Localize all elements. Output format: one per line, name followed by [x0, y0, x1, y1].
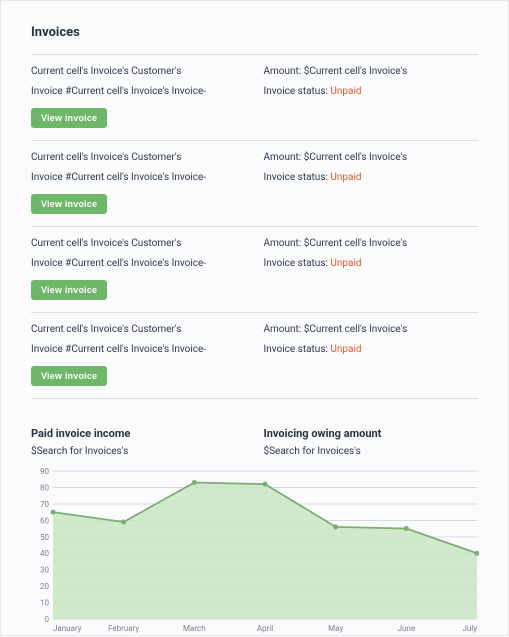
invoice-list: Current cell's Invoice's Customer's Amoun… — [31, 54, 478, 399]
owing-amount-value: $Search for Invoices's — [264, 446, 479, 457]
chart-y-tick: 50 — [40, 533, 49, 542]
page-title: Invoices — [31, 25, 478, 40]
chart-x-tick: July — [462, 624, 477, 633]
chart-x-tick: February — [108, 624, 139, 633]
invoice-card: Current cell's Invoice's Customer's Amoun… — [31, 140, 478, 226]
chart-y-tick: 20 — [40, 582, 49, 591]
invoice-status-label: Invoice status: — [264, 344, 331, 355]
invoice-number: Invoice #Current cell's Invoice's Invoic… — [31, 171, 246, 185]
invoice-number: Invoice #Current cell's Invoice's Invoic… — [31, 343, 246, 357]
chart-y-tick: 0 — [45, 615, 50, 624]
chart-y-tick: 40 — [40, 549, 49, 558]
invoice-status-label: Invoice status: — [264, 86, 331, 97]
chart-point — [51, 510, 56, 515]
invoice-customer: Current cell's Invoice's Customer's — [31, 65, 246, 79]
invoice-number: Invoice #Current cell's Invoice's Invoic… — [31, 85, 246, 99]
paid-income-value: $Search for Invoices's — [31, 446, 246, 457]
invoice-status-value: Unpaid — [330, 172, 361, 183]
chart-y-tick: 30 — [40, 566, 49, 575]
view-invoice-button[interactable]: View invoice — [31, 280, 107, 300]
invoice-amount: Amount: $Current cell's Invoice's — [264, 323, 479, 337]
invoice-amount: Amount: $Current cell's Invoice's — [264, 65, 479, 79]
chart-y-tick: 80 — [40, 483, 49, 492]
view-invoice-button[interactable]: View invoice — [31, 194, 107, 214]
invoice-status: Invoice status: Unpaid — [264, 343, 479, 357]
owing-amount-title: Invoicing owing amount — [264, 427, 479, 440]
chart-point — [192, 480, 197, 485]
paid-income-title: Paid invoice income — [31, 427, 246, 440]
chart-x-tick: April — [257, 624, 273, 633]
invoice-customer: Current cell's Invoice's Customer's — [31, 323, 246, 337]
invoice-customer: Current cell's Invoice's Customer's — [31, 237, 246, 251]
invoice-status-value: Unpaid — [330, 258, 361, 269]
chart-point — [263, 482, 268, 487]
invoice-customer: Current cell's Invoice's Customer's — [31, 151, 246, 165]
chart-y-tick: 60 — [40, 516, 49, 525]
chart-area — [53, 483, 477, 619]
chart-y-tick: 90 — [40, 467, 49, 476]
invoice-status-value: Unpaid — [330, 344, 361, 355]
invoice-amount: Amount: $Current cell's Invoice's — [264, 151, 479, 165]
view-invoice-button[interactable]: View invoice — [31, 108, 107, 128]
view-invoice-button[interactable]: View invoice — [31, 366, 107, 386]
chart-point — [333, 524, 338, 529]
invoice-card: Current cell's Invoice's Customer's Amoun… — [31, 312, 478, 399]
invoice-status: Invoice status: Unpaid — [264, 85, 479, 99]
chart-x-tick: May — [328, 624, 343, 633]
chart-x-tick: March — [183, 624, 206, 633]
invoice-amount: Amount: $Current cell's Invoice's — [264, 237, 479, 251]
invoice-card: Current cell's Invoice's Customer's Amoun… — [31, 226, 478, 312]
invoice-chart: 0 10 20 30 40 50 60 70 80 90 January February March A… — [31, 465, 479, 637]
invoice-status: Invoice status: Unpaid — [264, 171, 479, 185]
invoice-status-label: Invoice status: — [264, 258, 331, 269]
invoice-status: Invoice status: Unpaid — [264, 257, 479, 271]
invoice-status-label: Invoice status: — [264, 172, 331, 183]
chart-point — [121, 519, 126, 524]
chart-y-tick: 10 — [40, 599, 49, 608]
chart-y-tick: 70 — [40, 500, 49, 509]
chart-point — [404, 526, 409, 531]
chart-x-tick: June — [398, 624, 415, 633]
invoice-card: Current cell's Invoice's Customer's Amoun… — [31, 54, 478, 140]
invoice-status-value: Unpaid — [330, 86, 361, 97]
invoice-number: Invoice #Current cell's Invoice's Invoic… — [31, 257, 246, 271]
chart-x-tick: January — [53, 624, 82, 633]
summary-row: Paid invoice income $Search for Invoices… — [31, 427, 478, 457]
